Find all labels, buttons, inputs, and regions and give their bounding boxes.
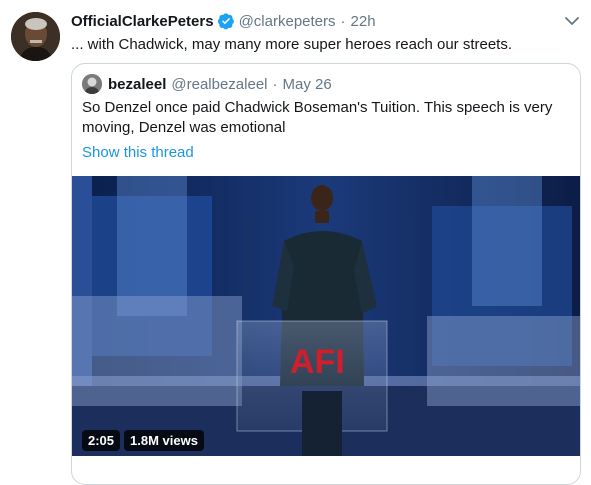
video-view-count: 1.8M views (124, 430, 204, 451)
verified-badge-icon (217, 12, 235, 30)
quoted-tweet-text: So Denzel once paid Chadwick Boseman's T… (82, 99, 553, 136)
separator-dot: · (272, 75, 278, 93)
author-handle[interactable]: @clarkepeters (239, 13, 336, 30)
show-thread-link[interactable]: Show this thread (82, 143, 194, 163)
video-frame: AFI (72, 176, 580, 456)
quoted-author-handle: @realbezaleel (171, 75, 268, 93)
separator-dot: · (340, 12, 346, 30)
tweet: OfficialClarkePeters @clarkepeters · 22h… (0, 0, 591, 485)
tweet-header: OfficialClarkePeters @clarkepeters · 22h (71, 10, 376, 32)
tweet-text: ... with Chadwick, may many more super h… (71, 36, 513, 53)
quoted-author-display-name: bezaleel (108, 75, 167, 93)
podium-afi-logo: AFI (290, 343, 345, 381)
author-display-name[interactable]: OfficialClarkePeters (71, 13, 214, 30)
chevron-down-icon[interactable] (563, 12, 581, 30)
author-avatar[interactable] (11, 12, 60, 61)
video-player[interactable]: AFI 2:05 1.8M views (72, 176, 580, 456)
quoted-tweet[interactable]: bezaleel @realbezaleel · May 26 So Denze… (71, 63, 581, 485)
quoted-author-avatar (82, 74, 102, 94)
video-duration: 2:05 (82, 430, 121, 451)
video-badges: 2:05 1.8M views (82, 430, 204, 451)
quoted-tweet-header: bezaleel @realbezaleel · May 26 (82, 74, 332, 94)
tweet-timestamp[interactable]: 22h (351, 13, 376, 30)
quoted-tweet-date: May 26 (282, 75, 332, 93)
